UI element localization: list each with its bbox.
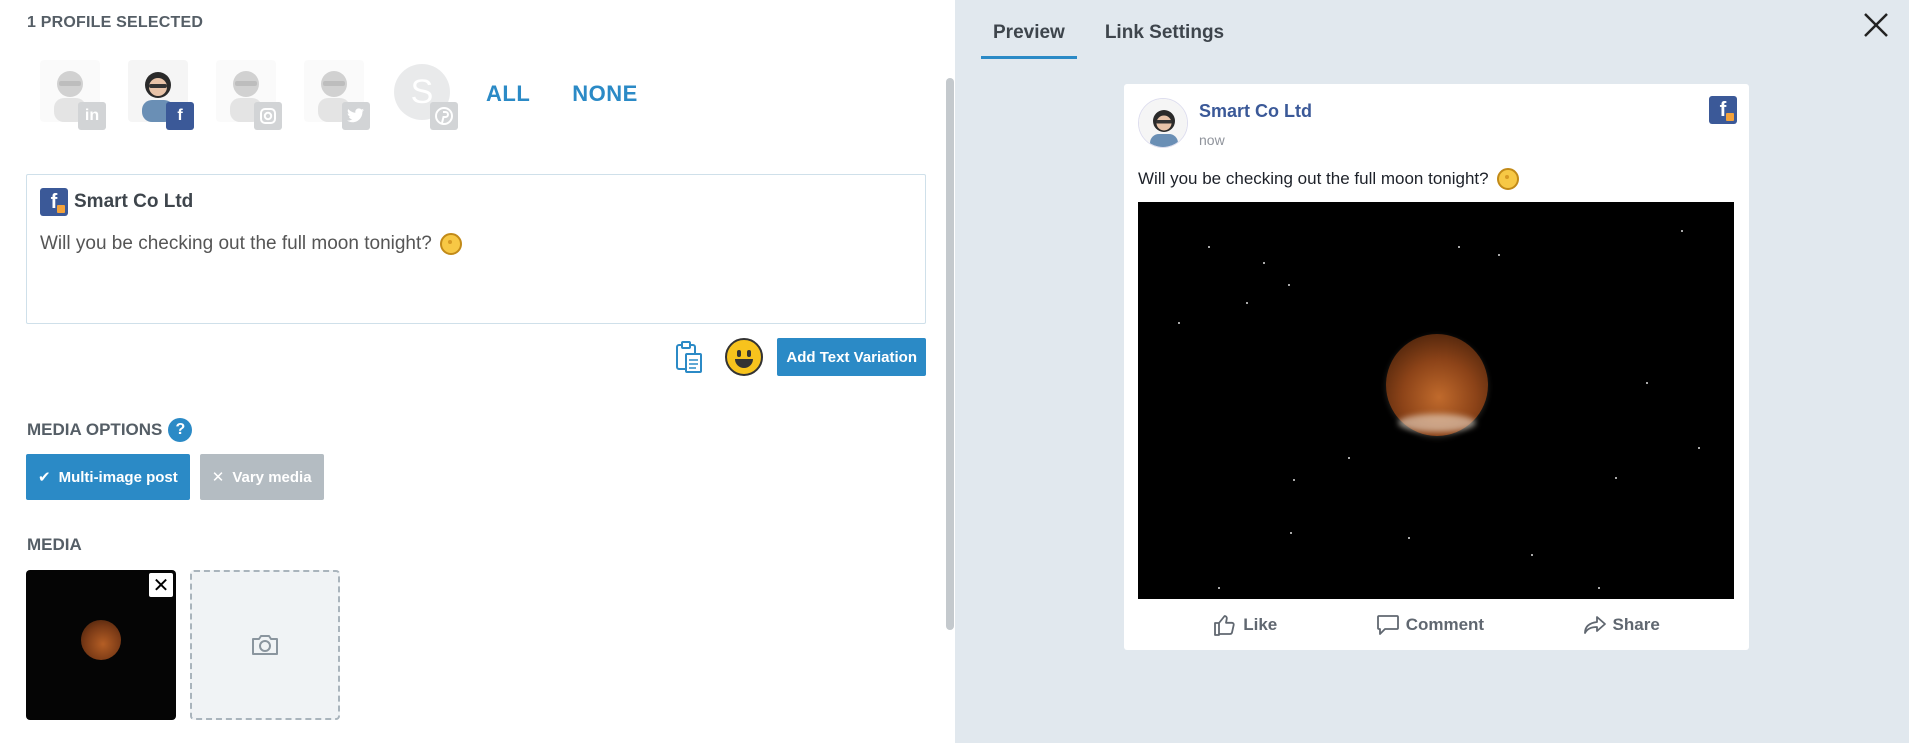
moon-emoji-icon [1496, 168, 1519, 190]
preview-image [1138, 202, 1734, 599]
clipboard-icon[interactable] [671, 340, 705, 374]
composer-toolbar: Add Text Variation [671, 338, 926, 376]
profile-facebook[interactable]: f [128, 58, 198, 130]
profile-instagram[interactable] [216, 58, 286, 130]
multi-image-post-label: Multi-image post [58, 468, 178, 486]
preview-text-content: Will you be checking out the full moon t… [1138, 169, 1489, 188]
emoji-picker-icon[interactable] [725, 338, 764, 376]
instagram-icon [254, 102, 282, 130]
thumbs-up-icon [1214, 615, 1235, 636]
add-text-variation-button[interactable]: Add Text Variation [777, 338, 926, 376]
pinterest-icon [430, 102, 458, 130]
multi-image-post-toggle[interactable]: ✔ Multi-image post [26, 454, 190, 500]
profile-linkedin[interactable]: in [40, 58, 110, 130]
twitter-icon [342, 102, 370, 130]
comment-label: Comment [1405, 615, 1485, 634]
post-actions: Like Comment Share [1124, 600, 1749, 650]
share-icon [1583, 616, 1606, 634]
facebook-icon: f [40, 188, 68, 216]
composer-header: f Smart Co Ltd [40, 188, 193, 216]
profile-count: 1 PROFILE SELECTED [27, 14, 204, 31]
media-options-label: MEDIA OPTIONS ? [27, 418, 193, 442]
vary-media-label: Vary media [232, 468, 312, 486]
media-label: MEDIA [27, 535, 82, 554]
facebook-icon: f [1709, 96, 1737, 124]
linkedin-icon: in [78, 102, 106, 130]
moon-image [81, 620, 121, 660]
compose-panel: 1 PROFILE SELECTED in f S ALL NONE f Sma… [0, 0, 955, 743]
media-options-text: MEDIA OPTIONS [27, 420, 163, 439]
preview-account-name[interactable]: Smart Co Ltd [1199, 101, 1312, 122]
remove-media-button[interactable]: ✕ [149, 573, 173, 597]
scrollbar[interactable] [946, 78, 954, 630]
profile-pinterest[interactable]: S [392, 58, 462, 130]
tab-preview[interactable]: Preview [981, 22, 1077, 59]
add-media-button[interactable] [190, 570, 340, 720]
like-label: Like [1243, 615, 1278, 634]
profile-selector: in f S ALL NONE [40, 58, 674, 130]
post-composer[interactable]: f Smart Co Ltd Will you be checking out … [26, 174, 926, 324]
preview-text: Will you be checking out the full moon t… [1138, 168, 1519, 190]
composer-text-content: Will you be checking out the full moon t… [40, 233, 432, 254]
preview-timestamp: now [1199, 132, 1225, 148]
media-options: ✔ Multi-image post ✕ Vary media [26, 454, 334, 500]
cross-icon: ✕ [211, 469, 225, 486]
comment-icon [1376, 615, 1399, 635]
like-button[interactable]: Like [1213, 614, 1277, 636]
moon-emoji-icon [439, 233, 462, 255]
facebook-icon: f [166, 102, 194, 130]
tab-link-settings[interactable]: Link Settings [1093, 22, 1236, 59]
select-all-link[interactable]: ALL [486, 81, 530, 107]
close-icon[interactable] [1861, 10, 1891, 40]
help-icon[interactable]: ? [168, 418, 193, 442]
preview-panel: Preview Link Settings Smart Co Ltd now f… [955, 0, 1909, 743]
select-none-link[interactable]: NONE [572, 81, 638, 107]
share-label: Share [1612, 615, 1660, 634]
camera-icon [252, 635, 278, 655]
share-button[interactable]: Share [1583, 614, 1660, 636]
avatar [1138, 98, 1188, 148]
composer-account-name: Smart Co Ltd [74, 191, 194, 212]
comment-button[interactable]: Comment [1376, 614, 1484, 636]
facebook-post-preview: Smart Co Ltd now f Will you be checking … [1124, 84, 1749, 650]
composer-text[interactable]: Will you be checking out the full moon t… [40, 233, 462, 255]
vary-media-toggle[interactable]: ✕ Vary media [199, 454, 324, 500]
preview-tabs: Preview Link Settings [981, 22, 1252, 59]
check-icon: ✔ [38, 469, 51, 486]
profile-twitter[interactable] [304, 58, 374, 130]
moon-image [1386, 334, 1488, 436]
media-thumbnail[interactable]: ✕ [26, 570, 176, 720]
